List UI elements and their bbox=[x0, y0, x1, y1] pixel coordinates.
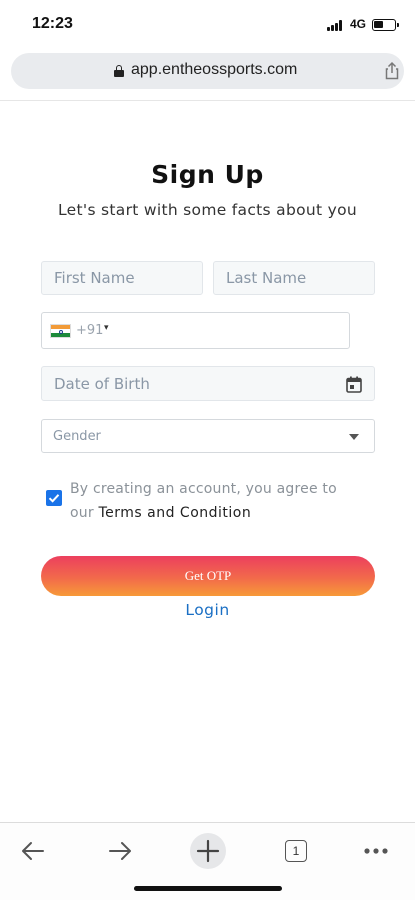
dial-code[interactable]: +91 bbox=[76, 323, 103, 338]
first-name-input[interactable] bbox=[42, 262, 202, 294]
last-name-field[interactable] bbox=[213, 261, 375, 295]
forward-arrow-icon bbox=[109, 842, 131, 860]
more-icon bbox=[364, 848, 388, 854]
gender-value: Gender bbox=[53, 429, 101, 444]
tabs-button[interactable]: 1 bbox=[276, 831, 316, 871]
status-time: 12:23 bbox=[32, 15, 73, 32]
calendar-icon[interactable] bbox=[346, 376, 362, 393]
more-button[interactable] bbox=[356, 831, 396, 871]
home-indicator bbox=[134, 886, 282, 891]
share-icon[interactable] bbox=[382, 61, 402, 81]
page-subtitle: Let's start with some facts about you bbox=[58, 201, 357, 219]
url-text[interactable]: app.entheossports.com bbox=[131, 61, 297, 79]
caret-down-icon bbox=[349, 434, 359, 440]
back-button[interactable] bbox=[13, 831, 53, 871]
battery-icon bbox=[372, 19, 399, 31]
plus-icon bbox=[196, 839, 220, 863]
back-arrow-icon bbox=[22, 842, 44, 860]
gender-select[interactable]: Gender bbox=[41, 419, 375, 453]
dob-input[interactable] bbox=[42, 367, 374, 400]
lock-icon bbox=[114, 65, 124, 77]
page-title: Sign Up bbox=[151, 160, 264, 189]
signal-icon bbox=[327, 19, 347, 31]
dob-field[interactable] bbox=[41, 366, 375, 401]
address-bar[interactable]: app.entheossports.com bbox=[11, 53, 404, 89]
status-bar: 12:23 4G bbox=[0, 0, 415, 48]
terms-text: By creating an account, you agree to our… bbox=[70, 477, 355, 525]
terms-link[interactable]: Terms and Condition bbox=[98, 505, 251, 521]
country-caret-icon[interactable]: ▾ bbox=[104, 323, 109, 333]
terms-checkbox[interactable] bbox=[46, 490, 62, 506]
phone-field[interactable]: +91 ▾ bbox=[41, 312, 350, 349]
tabs-icon: 1 bbox=[285, 840, 307, 862]
divider bbox=[0, 100, 415, 101]
india-flag-icon[interactable] bbox=[50, 324, 71, 338]
forward-button[interactable] bbox=[100, 831, 140, 871]
get-otp-button[interactable]: Get OTP bbox=[41, 556, 375, 596]
network-type: 4G bbox=[350, 17, 367, 31]
first-name-field[interactable] bbox=[41, 261, 203, 295]
last-name-input[interactable] bbox=[214, 262, 374, 294]
login-link[interactable]: Login bbox=[0, 601, 415, 619]
phone-input[interactable] bbox=[118, 313, 348, 348]
check-icon bbox=[48, 494, 60, 503]
new-tab-button[interactable] bbox=[188, 831, 228, 871]
